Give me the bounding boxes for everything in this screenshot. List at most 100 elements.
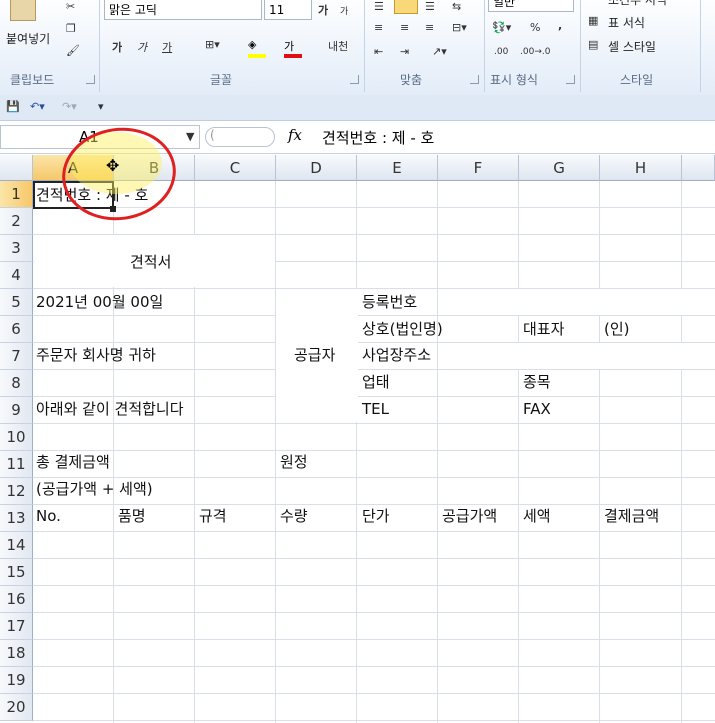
copy-icon[interactable]: ❐ (66, 22, 76, 35)
row-header-13[interactable]: 13 (0, 505, 33, 532)
align-middle-icon[interactable] (394, 0, 418, 14)
header-total[interactable]: 결제금액 (604, 503, 659, 530)
column-header-g[interactable]: G (519, 155, 600, 181)
orientation-icon[interactable]: ↗▾ (432, 45, 447, 58)
column-header-e[interactable]: E (357, 155, 438, 181)
row-header-9[interactable]: 9 (0, 397, 33, 424)
cut-icon[interactable]: ✂ (66, 0, 75, 13)
cell-business-type[interactable]: 업태 (362, 369, 390, 396)
conditional-format-button[interactable]: 조건부 서식 (608, 0, 667, 8)
percent-button[interactable]: % (530, 21, 540, 34)
align-left-icon[interactable]: ≡ (374, 21, 383, 34)
align-top-icon[interactable]: ☰ (374, 0, 384, 13)
cell-customer[interactable]: 주문자 회사명 귀하 (36, 342, 156, 369)
row-header-15[interactable]: 15 (0, 559, 33, 586)
row-header-6[interactable]: 6 (0, 316, 33, 343)
cell-total-label[interactable]: 총 결제금액 (36, 449, 110, 476)
paste-icon[interactable] (10, 0, 36, 21)
undo-icon[interactable]: ↶▾ (30, 100, 45, 113)
header-spec[interactable]: 규격 (199, 503, 227, 530)
row-header-10[interactable]: 10 (0, 424, 33, 451)
save-icon[interactable]: 💾 (6, 100, 20, 113)
row-header-14[interactable]: 14 (0, 532, 33, 559)
font-name-combo[interactable]: 맑은 고딕 (104, 0, 262, 20)
alignment-launcher-icon[interactable] (470, 75, 479, 84)
header-supply[interactable]: 공급가액 (442, 503, 497, 530)
row-header-7[interactable]: 7 (0, 343, 33, 370)
cell-title[interactable]: 견적서 (130, 249, 171, 276)
cell-total-note[interactable]: (공급가액 + 세액) (36, 476, 153, 503)
wrap-text-icon[interactable]: ⇆ (452, 0, 461, 13)
italic-button[interactable]: 가 (137, 39, 147, 55)
column-header-h[interactable]: H (600, 155, 682, 181)
header-item[interactable]: 품명 (118, 503, 146, 530)
row-header-17[interactable]: 17 (0, 613, 33, 640)
increase-indent-icon[interactable]: ⇥ (400, 45, 409, 58)
cell-supplier[interactable]: 공급자 (294, 342, 335, 369)
row-header-19[interactable]: 19 (0, 667, 33, 694)
column-header-f[interactable]: F (438, 155, 519, 181)
select-all-corner[interactable] (0, 155, 33, 181)
formula-input[interactable]: 견적번호 : 제 - 호 (322, 127, 434, 148)
row-header-2[interactable]: 2 (0, 208, 33, 235)
paste-button[interactable]: 붙여넣기 (6, 30, 50, 47)
column-header-i[interactable] (682, 155, 715, 181)
increase-decimal-button[interactable]: .00 (494, 47, 508, 57)
header-no[interactable]: No. (36, 503, 61, 530)
merge-center-icon[interactable]: ⊟▾ (452, 21, 467, 34)
align-center-icon[interactable]: ≡ (400, 21, 409, 34)
insert-function-icon[interactable]: fx (288, 126, 302, 144)
decrease-decimal-icon[interactable]: .00→.0 (520, 47, 550, 57)
cell-tel[interactable]: TEL (362, 396, 389, 423)
row-header-8[interactable]: 8 (0, 370, 33, 397)
clipboard-launcher-icon[interactable] (86, 75, 95, 84)
comma-button[interactable]: , (558, 19, 562, 32)
decrease-indent-icon[interactable]: ⇤ (374, 45, 383, 58)
table-format-button[interactable]: 표 서식 (608, 14, 645, 31)
format-painter-icon[interactable]: 🖌 (66, 44, 80, 57)
align-right-icon[interactable]: ≡ (425, 21, 434, 34)
row-header-20[interactable]: 20 (0, 694, 33, 721)
column-header-d[interactable]: D (276, 155, 357, 181)
row-header-11[interactable]: 11 (0, 451, 33, 478)
header-tax[interactable]: 세액 (523, 503, 551, 530)
cell-quote-text[interactable]: 아래와 같이 견적합니다 (36, 396, 184, 423)
header-qty[interactable]: 수량 (280, 503, 308, 530)
customize-toolbar-icon[interactable]: ▾ (98, 100, 104, 113)
header-price[interactable]: 단가 (362, 503, 390, 530)
phonetic-button[interactable]: 내천 (328, 38, 348, 54)
cell-address[interactable]: 사업장주소 (362, 342, 438, 369)
cell-style-button[interactable]: 셀 스타일 (608, 38, 656, 55)
cell-ceo[interactable]: 대표자 (523, 316, 564, 343)
align-bottom-icon[interactable]: ☰ (425, 0, 435, 13)
formula-bar-handle-icon[interactable]: ( (205, 127, 275, 147)
currency-icon[interactable]: 💱▾ (492, 21, 511, 34)
shrink-font-button[interactable]: 가 (340, 4, 348, 17)
row-header-1[interactable]: 1 (0, 181, 33, 208)
grow-font-button[interactable]: 가 (318, 2, 328, 18)
cell-category[interactable]: 종목 (523, 369, 551, 396)
redo-icon[interactable]: ↷▾ (62, 100, 77, 113)
cell-won[interactable]: 원정 (280, 449, 308, 476)
cell-company-name[interactable]: 상호(법인명) (362, 316, 443, 343)
cell-seal[interactable]: (인) (604, 316, 630, 343)
font-launcher-icon[interactable] (350, 75, 359, 84)
row-header-4[interactable]: 4 (0, 262, 33, 289)
fill-color-icon[interactable]: ◈ (248, 38, 266, 58)
row-header-18[interactable]: 18 (0, 640, 33, 667)
font-color-icon[interactable]: 가 (284, 38, 302, 58)
number-format-combo[interactable]: 일반 (488, 0, 574, 12)
bold-button[interactable]: 가 (112, 39, 122, 55)
row-header-5[interactable]: 5 (0, 289, 33, 316)
number-launcher-icon[interactable] (566, 75, 575, 84)
cell-date[interactable]: 2021년 00월 00일 (36, 289, 163, 316)
cell-reg-no[interactable]: 등록번호 (362, 289, 417, 316)
row-header-3[interactable]: 3 (0, 235, 33, 262)
row-header-12[interactable]: 12 (0, 478, 33, 505)
name-box-dropdown-icon[interactable]: ▼ (186, 130, 194, 143)
cell-fax[interactable]: FAX (523, 396, 551, 423)
underline-button[interactable]: 가 (162, 39, 172, 55)
border-icon[interactable]: ⊞▾ (205, 38, 220, 51)
column-header-c[interactable]: C (195, 155, 276, 181)
font-size-combo[interactable]: 11 (264, 0, 312, 20)
